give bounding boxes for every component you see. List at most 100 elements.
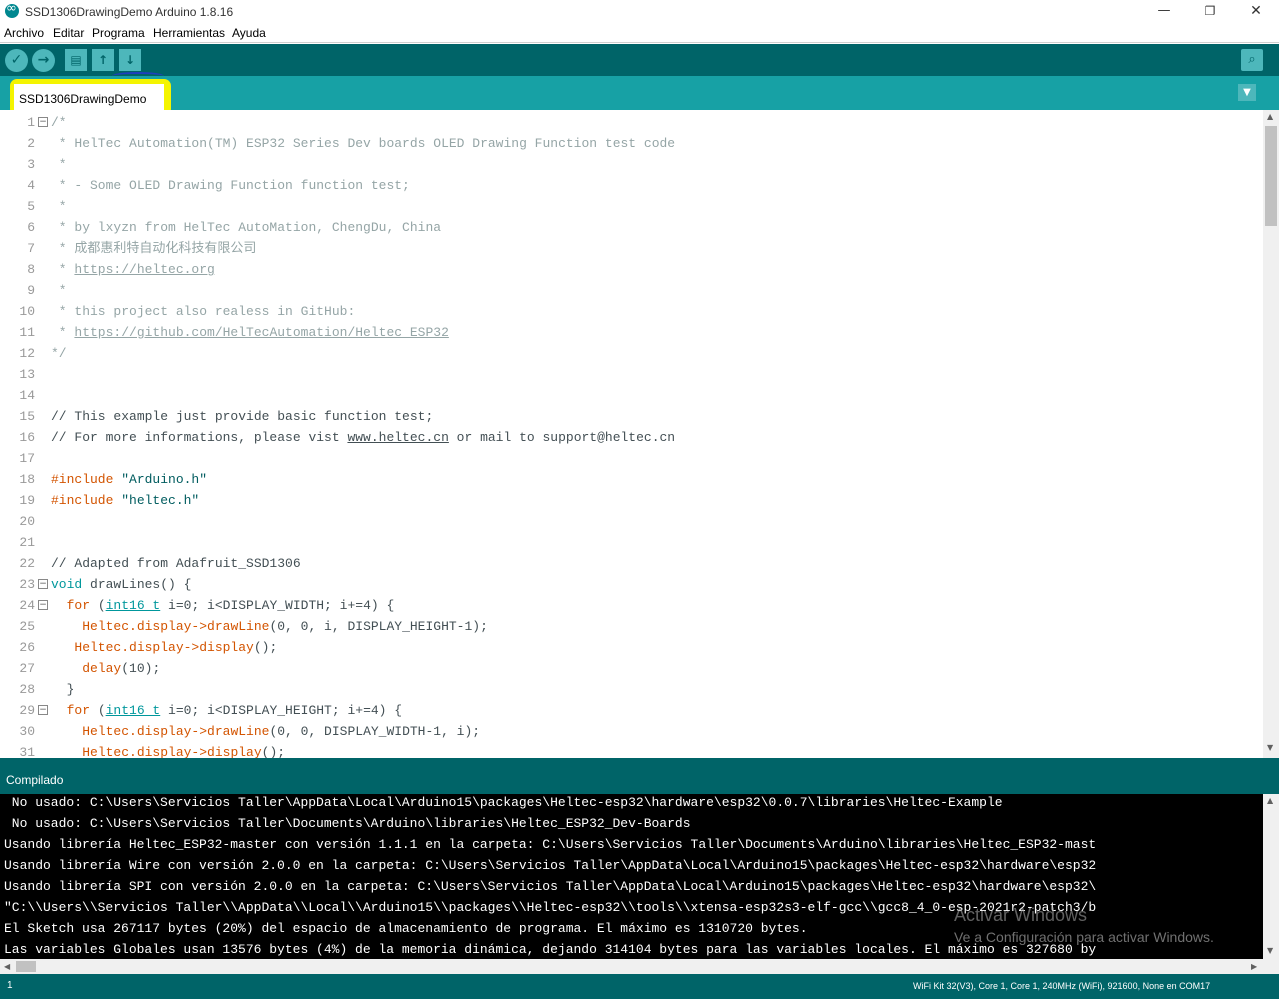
code-token: (10);	[121, 661, 161, 676]
scroll-up-icon[interactable]: ▲	[1267, 112, 1273, 121]
code-line[interactable]: 14	[0, 385, 1263, 406]
code-text: *	[51, 196, 67, 217]
console-scrollbar[interactable]	[1263, 794, 1279, 959]
code-line[interactable]: 3 *	[0, 154, 1263, 175]
console-line: Las variables Globales usan 13576 bytes …	[4, 942, 1097, 957]
code-text: Heltec.display->drawLine(0, 0, DISPLAY_W…	[51, 721, 480, 742]
menu-editar[interactable]: Editar	[53, 26, 84, 40]
console-hscrollbar[interactable]	[0, 959, 1279, 974]
menu-herramientas[interactable]: Herramientas	[153, 26, 225, 40]
code-line[interactable]: 20	[0, 511, 1263, 532]
code-text: // This example just provide basic funct…	[51, 406, 433, 427]
minimize-button[interactable]: —	[1141, 0, 1187, 22]
code-token: * by lxyzn from HelTec AutoMation, Cheng…	[51, 220, 442, 235]
code-token: /*	[51, 115, 67, 130]
scroll-down-icon[interactable]: ▼	[1267, 743, 1273, 752]
code-token: (0, 0, i, DISPLAY_HEIGHT-1);	[269, 619, 488, 634]
code-line[interactable]: 31 Heltec.display->display();	[0, 742, 1263, 758]
code-line[interactable]: 7 * 成都惠利特自动化科技有限公司	[0, 238, 1263, 259]
menu-programa[interactable]: Programa	[92, 26, 145, 40]
code-line[interactable]: 12 */	[0, 343, 1263, 364]
code-token: * - Some OLED Drawing Function function …	[51, 178, 410, 193]
code-line[interactable]: 28 }	[0, 679, 1263, 700]
code-token: */	[51, 346, 67, 361]
code-line[interactable]: 15 // This example just provide basic fun…	[0, 406, 1263, 427]
code-token: *	[51, 157, 67, 172]
code-text: *	[51, 280, 67, 301]
menu-ayuda[interactable]: Ayuda	[232, 26, 266, 40]
code-token: // This example just provide basic funct…	[51, 409, 434, 424]
line-number: 26	[19, 640, 35, 655]
code-line[interactable]: 1−/*	[0, 112, 1263, 133]
line-number: 16	[19, 430, 35, 445]
menu-archivo[interactable]: Archivo	[4, 26, 44, 40]
code-line[interactable]: 11 * https://github.com/HelTecAutomation…	[0, 322, 1263, 343]
fold-toggle-icon[interactable]: −	[38, 579, 48, 589]
tab-menu-button[interactable]: ▼	[1238, 84, 1256, 101]
open-button[interactable]: ↑	[92, 49, 114, 71]
console-scroll-down-icon[interactable]: ▼	[1267, 946, 1273, 955]
editor-scrollbar-thumb[interactable]	[1265, 126, 1277, 226]
compile-status-bar	[0, 762, 1279, 794]
code-token: for	[66, 703, 91, 718]
code-line[interactable]: 29− for (int16_t i=0; i<DISPLAY_HEIGHT; …	[0, 700, 1263, 721]
code-text: * - Some OLED Drawing Function function …	[51, 175, 410, 196]
code-line[interactable]: 4 * - Some OLED Drawing Function functio…	[0, 175, 1263, 196]
code-token: * 成都惠利特自动化科技有限公司	[51, 241, 257, 256]
line-number: 7	[27, 241, 35, 256]
toolbar: ✓ → ▤ ↑ ↓ ⌕	[0, 44, 1279, 76]
code-line[interactable]: 10 * this project also realess in GitHub…	[0, 301, 1263, 322]
code-line[interactable]: 5 *	[0, 196, 1263, 217]
code-token: *	[51, 199, 67, 214]
code-line[interactable]: 22 // Adapted from Adafruit_SSD1306	[0, 553, 1263, 574]
code-text: * by lxyzn from HelTec AutoMation, Cheng…	[51, 217, 441, 238]
code-line[interactable]: 8 * https://heltec.org	[0, 259, 1263, 280]
code-line[interactable]: 25 Heltec.display->drawLine(0, 0, i, DIS…	[0, 616, 1263, 637]
scroll-right-icon[interactable]: ▶	[1251, 962, 1257, 971]
fold-toggle-icon[interactable]: −	[38, 600, 48, 610]
console-line: Usando librería Wire con versión 2.0.0 e…	[4, 858, 1097, 873]
verify-button[interactable]: ✓	[5, 49, 28, 72]
pen-annotation	[112, 72, 164, 80]
code-line[interactable]: 26 Heltec.display->display();	[0, 637, 1263, 658]
fold-toggle-icon[interactable]: −	[38, 705, 48, 715]
code-line[interactable]: 24− for (int16_t i=0; i<DISPLAY_WIDTH; i…	[0, 595, 1263, 616]
console-hscrollbar-thumb[interactable]	[16, 961, 36, 972]
code-token: for	[66, 598, 91, 613]
code-line[interactable]: 13	[0, 364, 1263, 385]
code-token: #include	[51, 472, 122, 487]
close-button[interactable]: ✕	[1233, 0, 1279, 22]
code-text: void drawLines() {	[51, 574, 191, 595]
line-number: 14	[19, 388, 35, 403]
code-line[interactable]: 30 Heltec.display->drawLine(0, 0, DISPLA…	[0, 721, 1263, 742]
line-number: 31	[19, 745, 35, 758]
code-line[interactable]: 2 * HelTec Automation(TM) ESP32 Series D…	[0, 133, 1263, 154]
code-line[interactable]: 17	[0, 448, 1263, 469]
scroll-left-icon[interactable]: ◀	[4, 962, 10, 971]
line-number: 25	[19, 619, 35, 634]
line-number: 27	[19, 661, 35, 676]
restore-button[interactable]: ❐	[1187, 0, 1233, 22]
window-title: SSD1306DrawingDemo Arduino 1.8.16	[25, 5, 234, 19]
code-line[interactable]: 23− void drawLines() {	[0, 574, 1263, 595]
tab-sketch-label: SSD1306DrawingDemo	[19, 92, 147, 106]
code-token: "heltec.h"	[121, 493, 200, 508]
code-line[interactable]: 21	[0, 532, 1263, 553]
code-line[interactable]: 9 *	[0, 280, 1263, 301]
code-editor[interactable]: 1−/* 2 * HelTec Automation(TM) ESP32 Seri…	[0, 110, 1263, 758]
upload-button[interactable]: →	[32, 49, 55, 72]
line-number: 28	[19, 682, 35, 697]
code-line[interactable]: 16 // For more informations, please vist …	[0, 427, 1263, 448]
code-token: #include	[51, 493, 122, 508]
code-line[interactable]: 19 #include "heltec.h"	[0, 490, 1263, 511]
code-line[interactable]: 6 * by lxyzn from HelTec AutoMation, Che…	[0, 217, 1263, 238]
code-line[interactable]: 27 delay(10);	[0, 658, 1263, 679]
code-text: * this project also realess in GitHub:	[51, 301, 355, 322]
serial-monitor-button[interactable]: ⌕	[1241, 49, 1263, 71]
new-sketch-button[interactable]: ▤	[65, 49, 87, 71]
code-line[interactable]: 18 #include "Arduino.h"	[0, 469, 1263, 490]
fold-toggle-icon[interactable]: −	[38, 117, 48, 127]
save-button[interactable]: ↓	[119, 49, 141, 71]
console-scroll-up-icon[interactable]: ▲	[1267, 796, 1273, 805]
